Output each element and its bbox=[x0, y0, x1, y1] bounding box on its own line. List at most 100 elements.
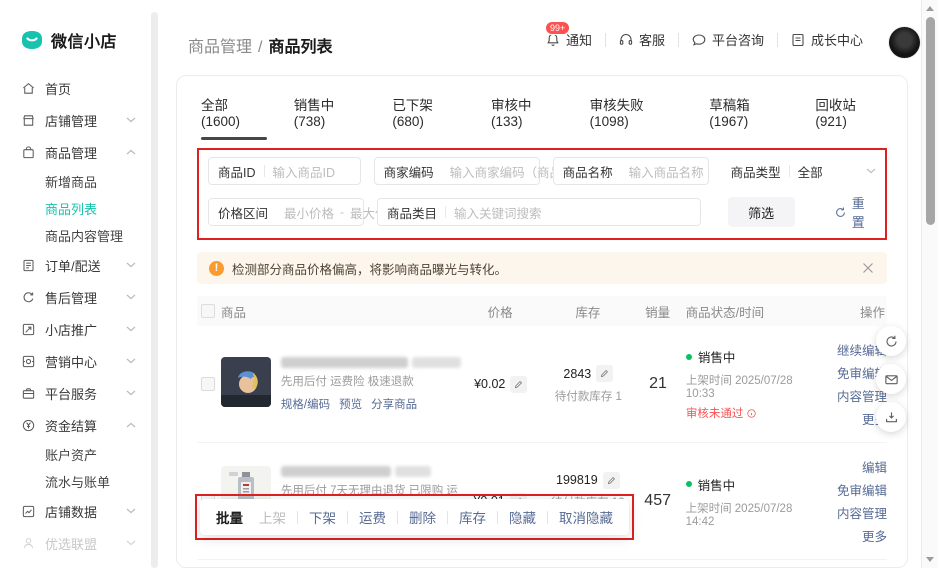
sidebar-item-funds-settlement[interactable]: 资金结算 bbox=[0, 409, 150, 441]
row-action-link[interactable]: 免审编辑 bbox=[837, 480, 887, 499]
sidebar-item-orders-delivery[interactable]: 订单/配送 bbox=[0, 249, 150, 281]
topbar-action-label: 成长中心 bbox=[810, 33, 863, 48]
edit-stock-icon[interactable] bbox=[596, 365, 614, 382]
sidebar: 微信小店 首页店铺管理商品管理 新增商品 商品列表 商品内容管理 订单/配送 售后管理小店… bbox=[0, 0, 150, 568]
filter-label: 商品类型 bbox=[730, 165, 781, 180]
topbar-actions: 通知 99+ 客服 平台咨询 成长中心 bbox=[532, 21, 876, 49]
annotation-box-filters: 商品ID 输入商品ID 商家编码 输入商家编码（商品） 商品名称 输入商品名称 商品类型 全部… bbox=[197, 148, 887, 240]
filter-field-category[interactable]: 商品类目 输入关键词搜索 bbox=[377, 198, 701, 226]
sidebar-item-preferred-alliance[interactable]: 优选联盟 bbox=[0, 527, 150, 559]
floating-messages-button[interactable] bbox=[876, 364, 906, 394]
floating-export-button[interactable] bbox=[876, 402, 906, 432]
row-action-link[interactable]: 内容管理 bbox=[837, 503, 887, 522]
filter-field-price-range[interactable]: 价格区间 最小价格 - 最大价格 bbox=[208, 198, 400, 226]
sidebar-item-store-promotion[interactable]: 小店推广 bbox=[0, 313, 150, 345]
sidebar-divider[interactable] bbox=[151, 12, 158, 568]
sidebar-item-label: 店铺管理 bbox=[45, 113, 98, 129]
edit-price-icon[interactable] bbox=[510, 375, 528, 393]
chevron-down-icon bbox=[126, 262, 136, 268]
tab-审核失败[interactable]: 审核失败(1098) bbox=[590, 94, 683, 140]
filter-field-product-id[interactable]: 商品ID 输入商品ID bbox=[208, 157, 361, 185]
funds-icon bbox=[21, 418, 36, 433]
banner-close-icon[interactable] bbox=[861, 261, 875, 275]
topbar-action-growth-center[interactable]: 成长中心 bbox=[776, 30, 876, 49]
sidebar-item-label: 小店推广 bbox=[45, 322, 98, 338]
batch-action-下架[interactable]: 下架 bbox=[309, 507, 336, 527]
breadcrumb-parent[interactable]: 商品管理 bbox=[188, 39, 252, 56]
sidebar-item-account-assets[interactable]: 账户资产 bbox=[0, 441, 150, 468]
sidebar-item-platform-services[interactable]: 平台服务 bbox=[0, 377, 150, 409]
filter-field-merchant-code[interactable]: 商家编码 输入商家编码（商品） bbox=[373, 157, 575, 185]
filter-field-product-type[interactable]: 商品类型 全部 bbox=[721, 157, 876, 185]
sidebar-item-flow-and-bills[interactable]: 流水与账单 bbox=[0, 468, 150, 495]
chevron-down-icon bbox=[126, 294, 136, 300]
sidebar-item-shop-management[interactable]: 店铺管理 bbox=[0, 104, 150, 136]
product-link[interactable]: 预览 bbox=[339, 396, 362, 412]
status-cell: 销售中 上架时间 2025/07/28 10:33 审核未通过 bbox=[680, 347, 819, 421]
avatar[interactable] bbox=[889, 27, 920, 58]
tab-全部[interactable]: 全部(1600) bbox=[201, 94, 267, 140]
edit-stock-icon[interactable] bbox=[602, 471, 620, 489]
status-dot bbox=[685, 481, 692, 487]
sidebar-item-goods-management[interactable]: 商品管理 bbox=[0, 136, 150, 168]
batch-action-库存[interactable]: 库存 bbox=[459, 507, 486, 527]
marketing-icon bbox=[21, 354, 36, 369]
sidebar-item-label: 资金结算 bbox=[45, 418, 98, 434]
floating-refresh-button[interactable] bbox=[876, 326, 906, 356]
topbar-action-customer-service[interactable]: 客服 bbox=[604, 30, 678, 49]
filter-label: 商品ID bbox=[218, 165, 256, 180]
product-link[interactable]: 规格/编码 bbox=[281, 396, 330, 412]
topbar-action-notifications[interactable]: 通知 99+ bbox=[532, 21, 605, 49]
batch-action-隐藏[interactable]: 隐藏 bbox=[509, 507, 536, 527]
header-checkbox-cell bbox=[197, 304, 221, 318]
row-checkbox[interactable] bbox=[201, 377, 215, 391]
product-title-redacted bbox=[280, 466, 460, 477]
sidebar-item-label: 营销中心 bbox=[45, 354, 98, 370]
tab-审核中[interactable]: 审核中(133) bbox=[491, 94, 563, 140]
brand-name: 微信小店 bbox=[51, 34, 118, 51]
batch-action-删除[interactable]: 删除 bbox=[409, 507, 436, 527]
tab-已下架[interactable]: 已下架(680) bbox=[392, 94, 464, 140]
sidebar-item-home[interactable]: 首页 bbox=[0, 72, 150, 104]
chevron-up-icon bbox=[126, 149, 136, 155]
data-icon bbox=[21, 504, 36, 519]
sidebar-item-aftersale-management[interactable]: 售后管理 bbox=[0, 281, 150, 313]
info-icon[interactable] bbox=[746, 408, 757, 419]
product-links: 规格/编码预览分享商品 bbox=[281, 396, 461, 412]
sidebar-item-goods-content[interactable]: 商品内容管理 bbox=[0, 222, 150, 249]
scrollbar[interactable] bbox=[921, 0, 938, 568]
sales-cell: 457 bbox=[644, 492, 671, 509]
tab-回收站[interactable]: 回收站(921) bbox=[815, 94, 887, 140]
filter-label: 商品类目 bbox=[387, 206, 438, 221]
filter-button[interactable]: 筛选 bbox=[727, 197, 795, 227]
topbar-action-platform-consult[interactable]: 平台咨询 bbox=[677, 30, 777, 49]
status-line: 销售中 bbox=[685, 347, 819, 366]
tab-草稿箱[interactable]: 草稿箱(1967) bbox=[709, 94, 788, 140]
select-all-checkbox[interactable] bbox=[201, 304, 215, 318]
row-action-link[interactable]: 编辑 bbox=[862, 457, 887, 476]
scroll-down-arrow[interactable] bbox=[926, 557, 934, 562]
batch-action-取消隐藏[interactable]: 取消隐藏 bbox=[559, 507, 613, 527]
reset-link[interactable]: 重置 bbox=[834, 193, 876, 231]
product-link[interactable]: 分享商品 bbox=[371, 396, 417, 412]
topbar-action-label: 客服 bbox=[638, 33, 665, 48]
column-header-price: 价格 bbox=[487, 305, 513, 320]
sidebar-item-goods-list[interactable]: 商品列表 bbox=[0, 195, 150, 222]
status-text: 销售中 bbox=[697, 351, 736, 365]
goods-icon bbox=[21, 145, 36, 160]
status-line: 销售中 bbox=[685, 475, 820, 494]
batch-action-运费[interactable]: 运费 bbox=[359, 507, 386, 527]
batch-separator bbox=[397, 510, 398, 524]
wechat-store-logo-icon bbox=[20, 28, 44, 52]
row-action-link[interactable]: 更多 bbox=[862, 526, 887, 545]
sidebar-item-goods-add[interactable]: 新增商品 bbox=[0, 168, 150, 195]
scroll-up-arrow[interactable] bbox=[926, 6, 934, 11]
price-warning-banner: ! 检测部分商品价格偏高，将影响商品曝光与转化。 bbox=[197, 252, 887, 284]
reset-refresh-icon bbox=[834, 206, 847, 219]
scrollbar-thumb[interactable] bbox=[926, 17, 935, 225]
sidebar-item-marketing-center[interactable]: 营销中心 bbox=[0, 345, 150, 377]
row-checkbox-cell bbox=[197, 377, 221, 391]
tab-销售中[interactable]: 销售中(738) bbox=[294, 94, 366, 140]
sidebar-item-store-data[interactable]: 店铺数据 bbox=[0, 495, 150, 527]
filter-field-product-name[interactable]: 商品名称 输入商品名称 bbox=[552, 157, 709, 185]
